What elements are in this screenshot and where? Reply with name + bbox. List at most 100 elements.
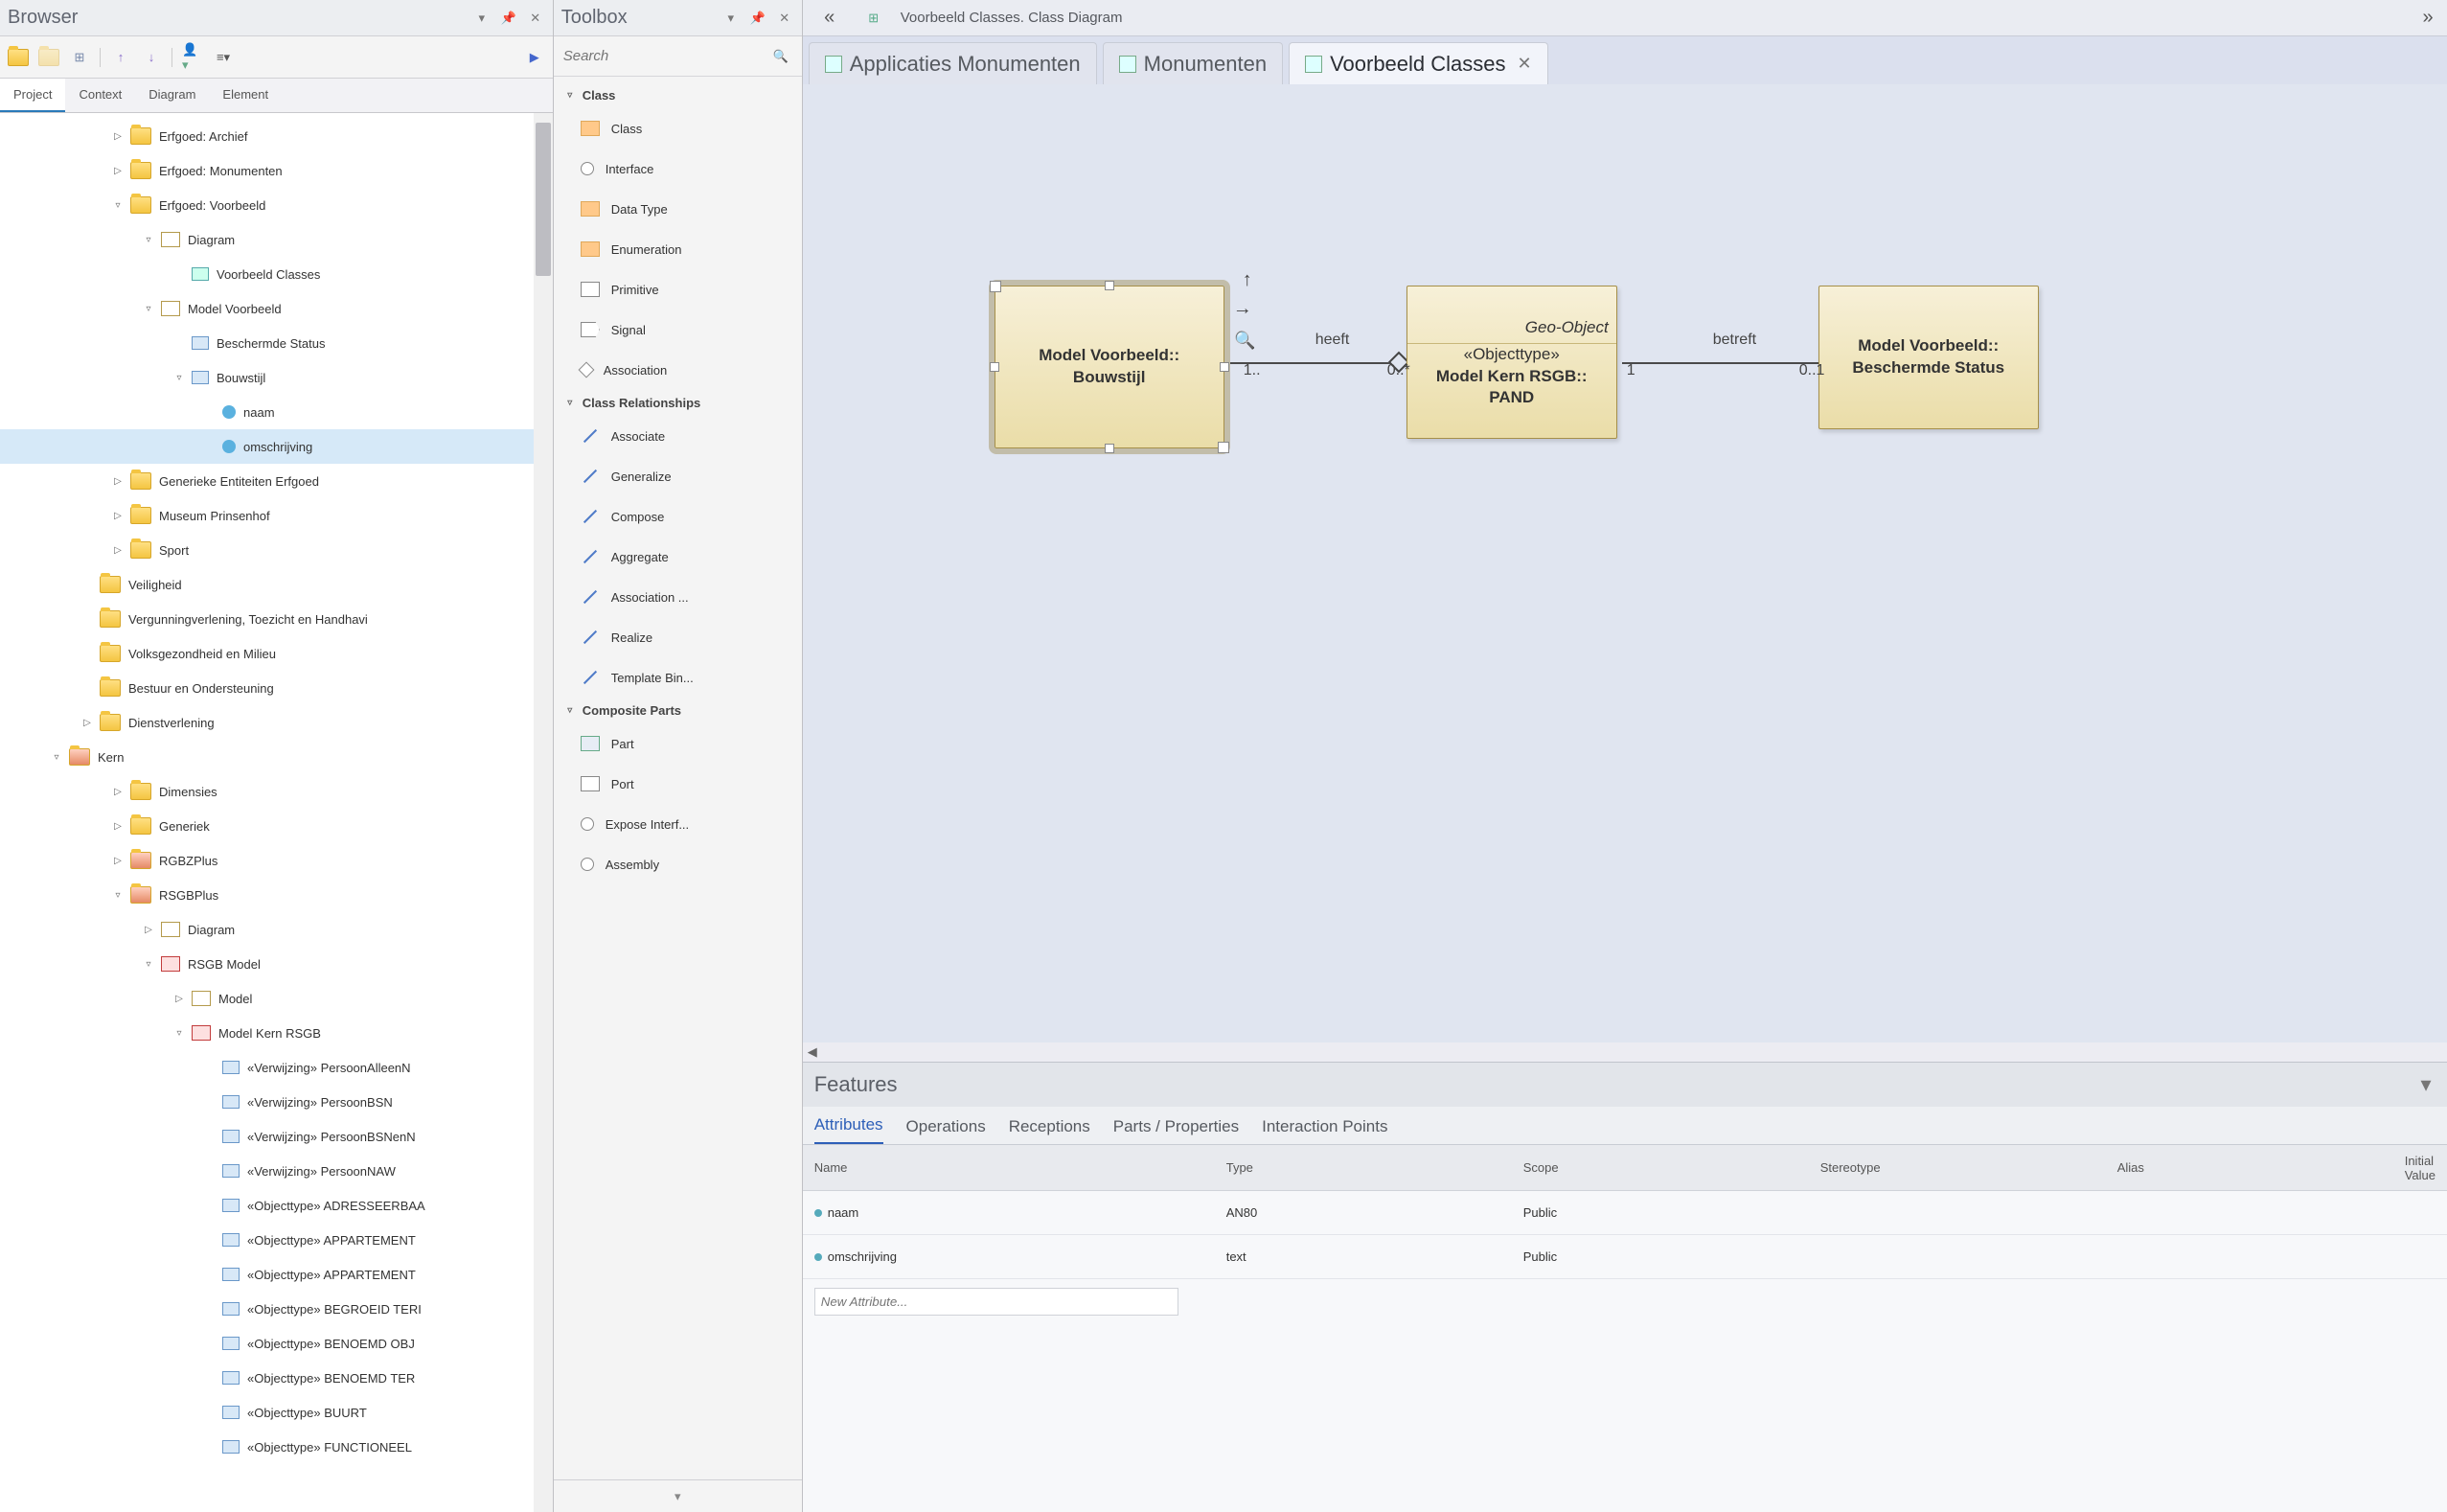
column-header[interactable]: Alias: [2117, 1160, 2405, 1175]
tree-item[interactable]: ▷Museum Prinsenhof: [0, 498, 553, 533]
move-down-icon[interactable]: ↓: [141, 47, 162, 68]
toolbox-item[interactable]: Expose Interf...: [554, 804, 802, 844]
toolbox-footer-dropdown[interactable]: ▾: [554, 1479, 802, 1512]
tree-item[interactable]: «Verwijzing» PersoonAlleenN: [0, 1050, 553, 1085]
chevron-right-icon[interactable]: »: [2418, 9, 2437, 28]
expand-icon[interactable]: ▿: [142, 233, 155, 246]
expand-icon[interactable]: ▷: [111, 509, 125, 522]
toolbox-category[interactable]: ▿Composite Parts: [554, 698, 802, 723]
tree-item[interactable]: ▷RGBZPlus: [0, 843, 553, 878]
expand-icon[interactable]: [172, 267, 186, 281]
expand-icon[interactable]: ▷: [80, 716, 94, 729]
new-package-icon[interactable]: [8, 47, 29, 68]
browser-tab-element[interactable]: Element: [209, 79, 282, 112]
tree-item[interactable]: «Objecttype» BENOEMD OBJ: [0, 1326, 553, 1361]
document-tab[interactable]: Monumenten: [1103, 42, 1283, 84]
expand-icon[interactable]: ▷: [172, 992, 186, 1005]
tree-item[interactable]: ▿RSGB Model: [0, 947, 553, 981]
attribute-row[interactable]: omschrijvingtextPublic: [803, 1235, 2447, 1279]
expand-icon[interactable]: [203, 1302, 217, 1316]
expand-icon[interactable]: [203, 1406, 217, 1419]
document-tab[interactable]: Applicaties Monumenten: [809, 42, 1097, 84]
tree-item[interactable]: ▷Generiek: [0, 809, 553, 843]
tree-scrollbar[interactable]: [534, 113, 553, 1512]
quicklink-right-icon[interactable]: →: [1233, 296, 1252, 322]
resize-handle[interactable]: [1105, 444, 1114, 453]
play-icon[interactable]: ▶: [524, 47, 545, 68]
tree-item[interactable]: «Objecttype» BENOEMD TER: [0, 1361, 553, 1395]
expand-icon[interactable]: [203, 1440, 217, 1454]
browser-tab-context[interactable]: Context: [65, 79, 135, 112]
tree-item[interactable]: ▿Kern: [0, 740, 553, 774]
expand-icon[interactable]: ▷: [111, 819, 125, 833]
close-icon[interactable]: ✕: [1518, 54, 1532, 74]
tree-item[interactable]: ▷Dimensies: [0, 774, 553, 809]
person-icon[interactable]: 👤▾: [182, 47, 203, 68]
search-input[interactable]: [554, 48, 766, 64]
new-attribute-row[interactable]: [803, 1279, 2447, 1323]
chevron-left-icon[interactable]: «: [820, 9, 839, 28]
browser-tab-diagram[interactable]: Diagram: [135, 79, 209, 112]
expand-icon[interactable]: [203, 1164, 217, 1178]
expand-icon[interactable]: ▷: [111, 129, 125, 143]
expand-icon[interactable]: [203, 1233, 217, 1247]
expand-icon[interactable]: [80, 681, 94, 695]
expand-icon[interactable]: ▿: [172, 1026, 186, 1040]
tree-item[interactable]: ▿Model Kern RSGB: [0, 1016, 553, 1050]
resize-handle[interactable]: [990, 362, 999, 372]
toolbox-category[interactable]: ▿Class: [554, 82, 802, 108]
expand-icon[interactable]: ▷: [111, 164, 125, 177]
scroll-left-icon[interactable]: ◀: [803, 1044, 822, 1060]
tree-item[interactable]: Beschermde Status: [0, 326, 553, 360]
features-tab-attributes[interactable]: Attributes: [814, 1115, 883, 1144]
toolbox-item[interactable]: Compose: [554, 496, 802, 537]
tree-item[interactable]: «Objecttype» FUNCTIONEEL: [0, 1430, 553, 1464]
tree-item[interactable]: «Verwijzing» PersoonNAW: [0, 1154, 553, 1188]
tree-item[interactable]: Volksgezondheid en Milieu: [0, 636, 553, 671]
tree-view-icon[interactable]: ⊞: [69, 47, 90, 68]
tree-item[interactable]: «Objecttype» BUURT: [0, 1395, 553, 1430]
toolbox-item[interactable]: Enumeration: [554, 229, 802, 269]
tree-item[interactable]: Veiligheid: [0, 567, 553, 602]
uml-class-besch[interactable]: Model Voorbeeld:: Beschermde Status: [1818, 286, 2039, 429]
column-header[interactable]: Stereotype: [1820, 1160, 2117, 1175]
tree-item[interactable]: omschrijving: [0, 429, 553, 464]
features-tab-interaction-points[interactable]: Interaction Points: [1262, 1117, 1387, 1144]
uml-class-bouwstijl[interactable]: Model Voorbeeld:: Bouwstijl↑→🔍: [995, 286, 1224, 448]
expand-icon[interactable]: [203, 1130, 217, 1143]
resize-handle[interactable]: [1220, 362, 1229, 372]
project-tree[interactable]: ▷Erfgoed: Archief▷Erfgoed: Monumenten▿Er…: [0, 113, 553, 1512]
tree-item[interactable]: ▷Sport: [0, 533, 553, 567]
tree-item[interactable]: «Verwijzing» PersoonBSNenN: [0, 1119, 553, 1154]
move-up-icon[interactable]: ↑: [110, 47, 131, 68]
tree-item[interactable]: «Objecttype» ADRESSEERBAA: [0, 1188, 553, 1223]
tree-item[interactable]: «Objecttype» APPARTEMENT: [0, 1223, 553, 1257]
uml-class-pand[interactable]: Geo-Object«Objecttype»Model Kern RSGB:: …: [1406, 286, 1617, 439]
expand-icon[interactable]: ▷: [111, 543, 125, 557]
expand-icon[interactable]: [80, 647, 94, 660]
browser-tab-project[interactable]: Project: [0, 79, 65, 112]
expand-icon[interactable]: [203, 1337, 217, 1350]
association-line[interactable]: [1622, 362, 1818, 364]
toolbox-item[interactable]: Aggregate: [554, 537, 802, 577]
column-header[interactable]: Initial Value: [2405, 1154, 2436, 1182]
features-tab-receptions[interactable]: Receptions: [1009, 1117, 1090, 1144]
tree-item[interactable]: ▿Bouwstijl: [0, 360, 553, 395]
tree-item[interactable]: ▷Dienstverlening: [0, 705, 553, 740]
close-icon[interactable]: ✕: [526, 9, 545, 28]
expand-icon[interactable]: ▿: [111, 888, 125, 902]
tree-item[interactable]: ▷Generieke Entiteiten Erfgoed: [0, 464, 553, 498]
expand-icon[interactable]: [80, 612, 94, 626]
zoom-icon[interactable]: 🔍: [1234, 329, 1255, 352]
tree-item[interactable]: «Objecttype» APPARTEMENT: [0, 1257, 553, 1292]
tree-item[interactable]: Vergunningverlening, Toezicht en Handhav…: [0, 602, 553, 636]
expand-icon[interactable]: ▿: [50, 750, 63, 764]
toolbox-item[interactable]: Primitive: [554, 269, 802, 309]
expand-icon[interactable]: ▷: [111, 785, 125, 798]
expand-icon[interactable]: [80, 578, 94, 591]
toolbox-item[interactable]: Part: [554, 723, 802, 764]
toolbox-item[interactable]: Generalize: [554, 456, 802, 496]
toolbox-item[interactable]: Associate: [554, 416, 802, 456]
column-header[interactable]: Type: [1226, 1160, 1523, 1175]
expand-icon[interactable]: [203, 1199, 217, 1212]
